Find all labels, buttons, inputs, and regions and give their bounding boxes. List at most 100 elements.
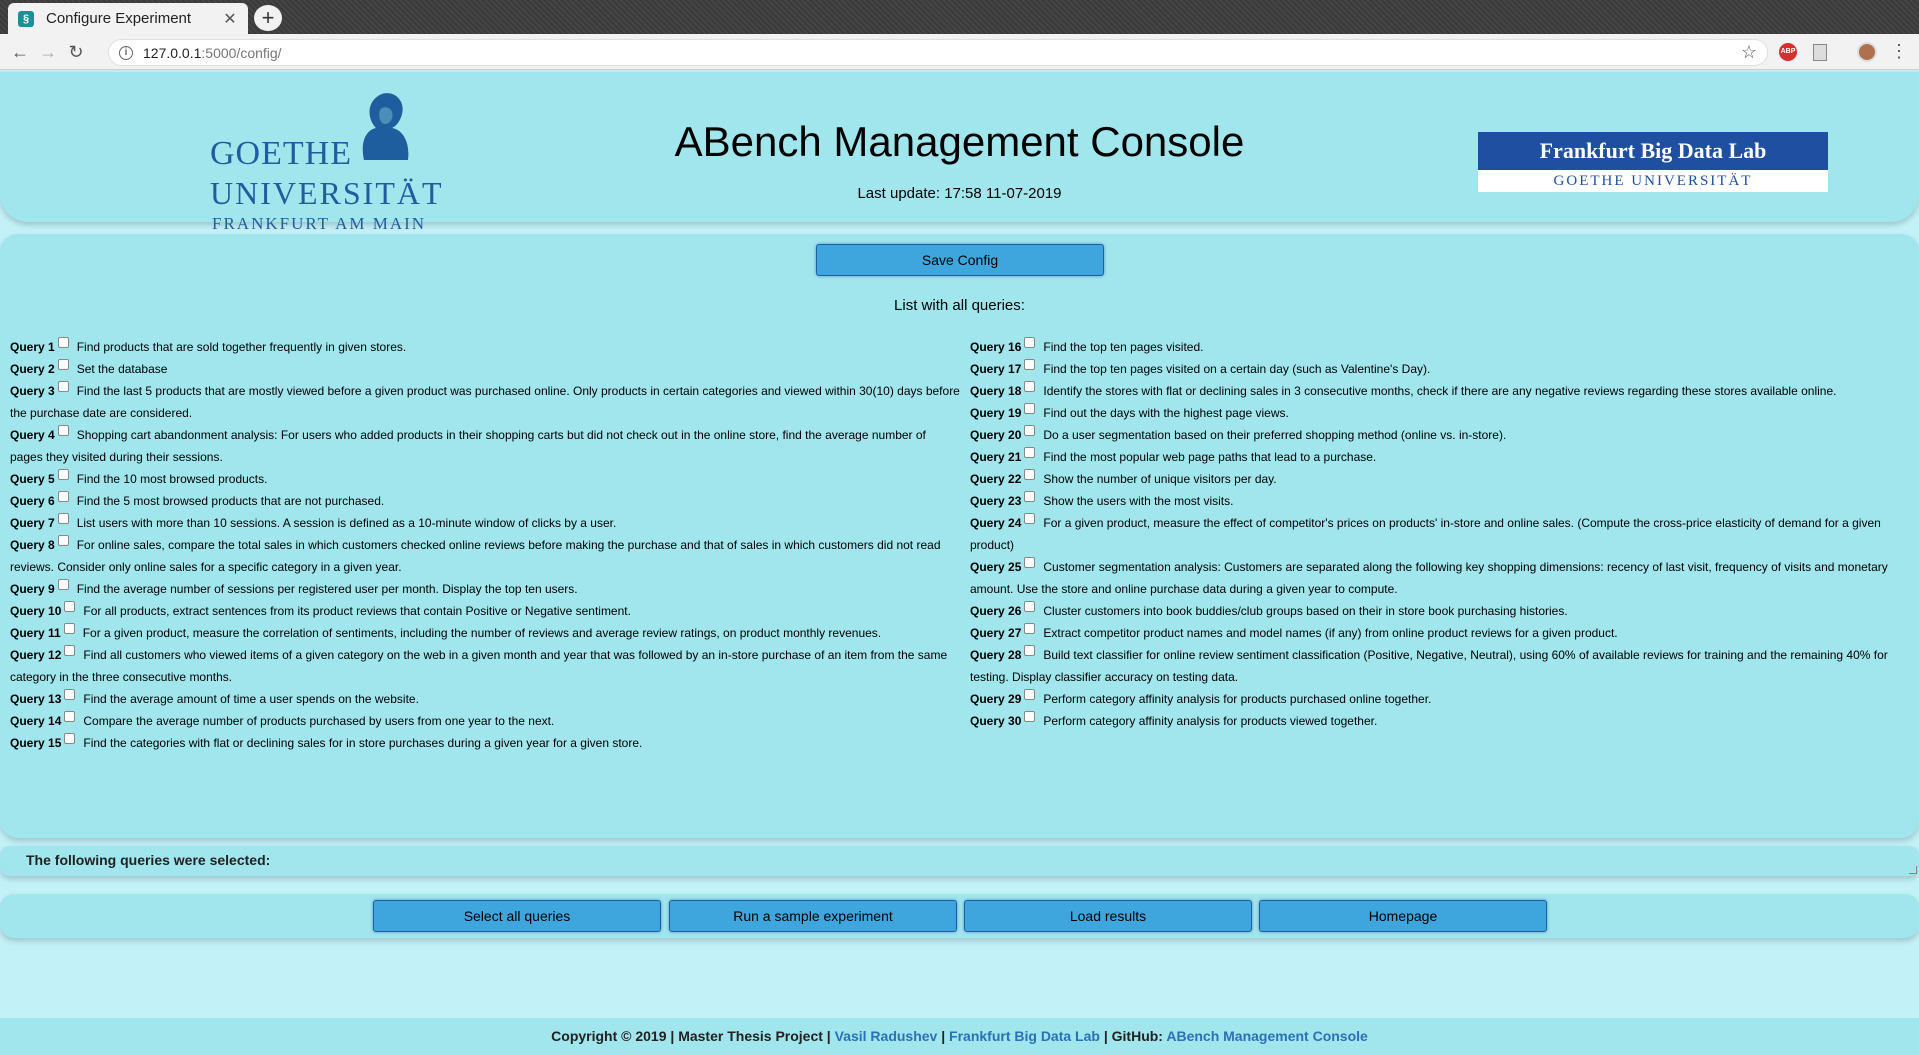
profile-avatar[interactable] bbox=[1857, 42, 1877, 62]
query-checkbox[interactable] bbox=[1024, 447, 1036, 458]
query-checkbox[interactable] bbox=[57, 337, 69, 348]
query-label: Query 16 bbox=[970, 340, 1022, 354]
favicon-icon: § bbox=[18, 10, 34, 27]
query-label: Query 2 bbox=[10, 362, 55, 376]
query-checkbox[interactable] bbox=[1024, 337, 1036, 348]
query-description: Show the number of unique visitors per d… bbox=[1043, 472, 1277, 486]
info-icon[interactable]: i bbox=[119, 46, 133, 60]
query-checkbox[interactable] bbox=[64, 733, 76, 744]
query-description: Build text classifier for online review … bbox=[970, 648, 1888, 684]
browser-tab-bar: § Configure Experiment ✕ + bbox=[0, 0, 1919, 34]
query-checkbox[interactable] bbox=[64, 711, 76, 722]
author-link[interactable]: Vasil Radushev bbox=[835, 1028, 938, 1044]
query-checkbox[interactable] bbox=[64, 645, 76, 656]
address-bar[interactable]: i 127.0.0.1:5000/config/ ☆ bbox=[108, 39, 1768, 66]
query-checkbox[interactable] bbox=[57, 469, 69, 480]
query-checkbox[interactable] bbox=[64, 601, 76, 612]
query-row: Query 9 Find the average number of sessio… bbox=[10, 578, 960, 600]
query-checkbox[interactable] bbox=[57, 359, 69, 370]
footer-copyright: Copyright © 2019 | Master Thesis Project… bbox=[551, 1028, 835, 1044]
query-label: Query 18 bbox=[970, 384, 1022, 398]
query-checkbox[interactable] bbox=[57, 491, 69, 502]
query-checkbox[interactable] bbox=[57, 535, 69, 546]
query-checkbox[interactable] bbox=[1024, 491, 1036, 502]
query-checkbox[interactable] bbox=[1024, 557, 1036, 568]
query-checkbox[interactable] bbox=[57, 513, 69, 524]
query-config-panel: Save Config List with all queries: Query… bbox=[0, 234, 1919, 838]
load-results-button[interactable]: Load results bbox=[964, 900, 1252, 932]
query-checkbox[interactable] bbox=[64, 689, 76, 700]
selected-queries-area[interactable]: The following queries were selected: bbox=[0, 846, 1919, 876]
save-config-button[interactable]: Save Config bbox=[816, 244, 1104, 276]
query-row: Query 18 Identify the stores with flat or… bbox=[970, 380, 1910, 402]
query-checkbox[interactable] bbox=[1024, 601, 1036, 612]
lab-link[interactable]: Frankfurt Big Data Lab bbox=[949, 1028, 1100, 1044]
query-label: Query 19 bbox=[970, 406, 1022, 420]
query-row: Query 24 For a given product, measure the… bbox=[970, 512, 1910, 556]
forward-arrow-icon[interactable]: → bbox=[36, 40, 60, 64]
query-row: Query 8 For online sales, compare the tot… bbox=[10, 534, 960, 578]
query-checkbox[interactable] bbox=[63, 623, 75, 634]
query-checkbox[interactable] bbox=[1024, 711, 1036, 722]
browser-tab[interactable]: § Configure Experiment ✕ bbox=[8, 3, 248, 34]
query-label: Query 1 bbox=[10, 340, 55, 354]
query-row: Query 20 Do a user segmentation based on … bbox=[970, 424, 1910, 446]
query-checkbox[interactable] bbox=[1024, 513, 1036, 524]
action-bar: Select all queries Run a sample experime… bbox=[0, 894, 1919, 938]
query-row: Query 2 Set the database bbox=[10, 358, 960, 380]
query-row: Query 5 Find the 10 most browsed products… bbox=[10, 468, 960, 490]
query-checkbox[interactable] bbox=[1024, 381, 1036, 392]
query-checkbox[interactable] bbox=[1024, 359, 1036, 370]
menu-kebab-icon[interactable]: ⋮ bbox=[1890, 41, 1908, 62]
query-checkbox[interactable] bbox=[1024, 645, 1036, 656]
query-row: Query 21 Find the most popular web page p… bbox=[970, 446, 1910, 468]
query-checkbox[interactable] bbox=[1024, 469, 1036, 480]
query-row: Query 4 Shopping cart abandonment analysi… bbox=[10, 424, 960, 468]
query-label: Query 17 bbox=[970, 362, 1022, 376]
query-description: Find products that are sold together fre… bbox=[76, 340, 407, 354]
query-label: Query 21 bbox=[970, 450, 1022, 464]
query-row: Query 11 For a given product, measure the… bbox=[10, 622, 960, 644]
query-description: Compare the average number of products p… bbox=[83, 714, 555, 728]
query-row: Query 25 Customer segmentation analysis: … bbox=[970, 556, 1910, 600]
query-description: Find the top ten pages visited. bbox=[1043, 340, 1204, 354]
query-row: Query 30 Perform category affinity analys… bbox=[970, 710, 1910, 732]
query-row: Query 3 Find the last 5 products that are… bbox=[10, 380, 960, 424]
query-description: Identify the stores with flat or declini… bbox=[1043, 384, 1837, 398]
query-description: For a given product, measure the effect … bbox=[970, 516, 1881, 552]
query-checkbox[interactable] bbox=[57, 381, 69, 392]
reload-icon[interactable]: ↻ bbox=[64, 40, 88, 64]
query-description: Cluster customers into book buddies/club… bbox=[1043, 604, 1568, 618]
run-sample-experiment-button[interactable]: Run a sample experiment bbox=[669, 900, 957, 932]
github-repo-link[interactable]: ABench Management Console bbox=[1166, 1028, 1367, 1044]
query-label: Query 25 bbox=[970, 560, 1022, 574]
document-extension-icon[interactable] bbox=[1813, 44, 1827, 61]
query-checkbox[interactable] bbox=[1024, 689, 1036, 700]
bookmark-star-icon[interactable]: ☆ bbox=[1741, 42, 1757, 63]
tab-title: Configure Experiment bbox=[46, 10, 192, 27]
query-label: Query 20 bbox=[970, 428, 1022, 442]
query-description: Find the last 5 products that are mostly… bbox=[10, 384, 960, 420]
query-label: Query 5 bbox=[10, 472, 55, 486]
query-checkbox[interactable] bbox=[1024, 425, 1036, 436]
query-checkbox[interactable] bbox=[57, 579, 69, 590]
query-checkbox[interactable] bbox=[57, 425, 69, 436]
adblock-extension-icon[interactable]: ABP bbox=[1779, 43, 1797, 61]
close-icon[interactable]: ✕ bbox=[222, 9, 238, 29]
query-checkbox[interactable] bbox=[1024, 403, 1036, 414]
query-list-left: Query 1 Find products that are sold toget… bbox=[10, 336, 960, 754]
query-checkbox[interactable] bbox=[1024, 623, 1036, 634]
new-tab-button[interactable]: + bbox=[254, 5, 282, 31]
query-description: Find the average number of sessions per … bbox=[76, 582, 578, 596]
homepage-button[interactable]: Homepage bbox=[1259, 900, 1547, 932]
select-all-queries-button[interactable]: Select all queries bbox=[373, 900, 661, 932]
query-label: Query 12 bbox=[10, 648, 62, 662]
query-label: Query 14 bbox=[10, 714, 62, 728]
query-label: Query 7 bbox=[10, 516, 55, 530]
resize-handle[interactable] bbox=[1909, 866, 1917, 874]
query-row: Query 23 Show the users with the most vis… bbox=[970, 490, 1910, 512]
query-row: Query 22 Show the number of unique visito… bbox=[970, 468, 1910, 490]
back-arrow-icon[interactable]: ← bbox=[8, 40, 32, 64]
query-label: Query 23 bbox=[970, 494, 1022, 508]
footer-github-label: | GitHub: bbox=[1099, 1028, 1167, 1044]
